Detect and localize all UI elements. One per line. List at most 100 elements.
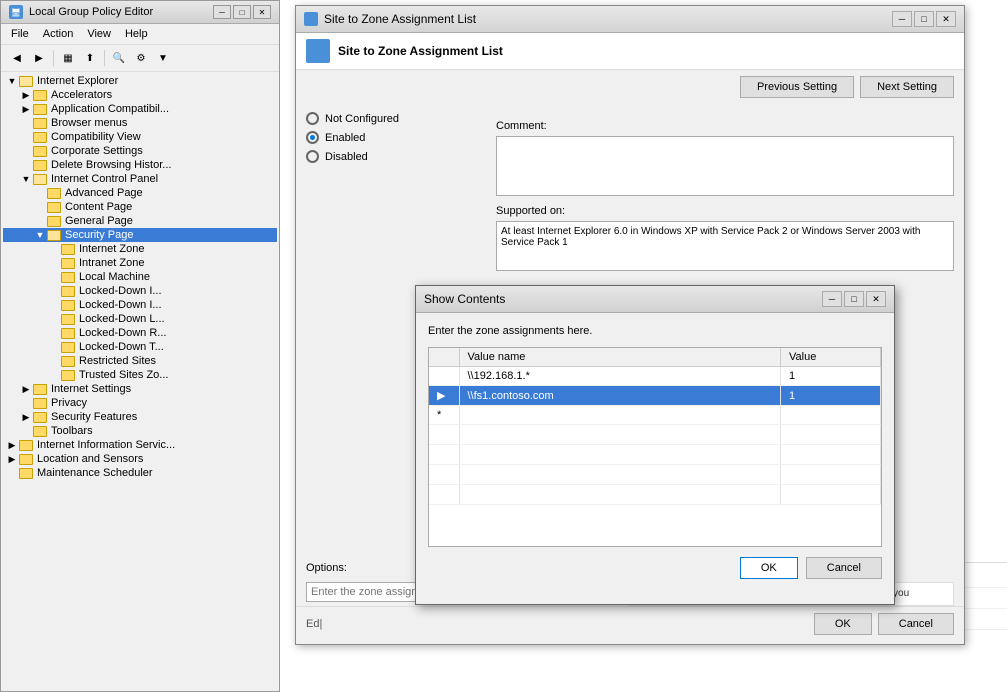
folder-icon — [33, 398, 47, 409]
comment-textarea[interactable] — [496, 136, 954, 196]
row-value-2[interactable]: 1 — [781, 386, 881, 406]
sc-col-arrow — [429, 348, 459, 367]
tree-item-compatibility-view[interactable]: Compatibility View — [3, 130, 277, 144]
zone-title-icon — [304, 12, 318, 26]
tree-item-browser-menus[interactable]: Browser menus — [3, 116, 277, 130]
folder-icon — [33, 412, 47, 423]
prev-setting-btn[interactable]: Previous Setting — [740, 76, 854, 98]
back-btn[interactable]: ◀ — [7, 48, 27, 68]
radio-group: Not Configured Enabled Disabled — [306, 112, 486, 163]
zone-close-btn[interactable]: ✕ — [936, 11, 956, 27]
radio-not-configured[interactable]: Not Configured — [306, 112, 486, 125]
tree-item-app-compat[interactable]: ▶ Application Compatibil... — [3, 102, 277, 116]
menu-action[interactable]: Action — [37, 26, 80, 42]
sc-close-btn[interactable]: ✕ — [866, 291, 886, 307]
radio-label-enabled: Enabled — [325, 132, 365, 144]
table-row[interactable]: ▶ \\fs1.contoso.com 1 — [429, 386, 881, 406]
tree-item-restricted-sites[interactable]: Restricted Sites — [3, 354, 277, 368]
tree-item-general-page[interactable]: General Page — [3, 214, 277, 228]
folder-icon — [19, 440, 33, 451]
tree-item-content-page[interactable]: Content Page — [3, 200, 277, 214]
tree-item-locked-down-r[interactable]: Locked-Down R... — [3, 326, 277, 340]
row-value-3[interactable] — [781, 406, 881, 425]
menu-view[interactable]: View — [81, 26, 117, 42]
tree-item-internet-zone[interactable]: Internet Zone — [3, 242, 277, 256]
radio-label-not-configured: Not Configured — [325, 113, 399, 125]
tree-item-accelerators[interactable]: ▶ Accelerators — [3, 88, 277, 102]
row-value-1[interactable]: 1 — [781, 367, 881, 386]
tree-item-toolbars[interactable]: Toolbars — [3, 424, 277, 438]
radio-circle-enabled — [306, 131, 319, 144]
zone-minimize-btn[interactable]: ─ — [892, 11, 912, 27]
folder-icon — [61, 328, 75, 339]
sc-ok-btn[interactable]: OK — [740, 557, 798, 579]
sc-restore-btn[interactable]: □ — [844, 291, 864, 307]
gpe-title: Local Group Policy Editor — [29, 6, 153, 18]
radio-disabled[interactable]: Disabled — [306, 150, 486, 163]
sc-description: Enter the zone assignments here. — [428, 325, 882, 337]
filter-btn[interactable]: ▼ — [153, 48, 173, 68]
tree-item-delete-browsing[interactable]: Delete Browsing Histor... — [3, 158, 277, 172]
tree-item-locked-down-i2[interactable]: Locked-Down I... — [3, 298, 277, 312]
up-btn[interactable]: ⬆ — [80, 48, 100, 68]
tree-item-internet-control-panel[interactable]: ▼ Internet Control Panel — [3, 172, 277, 186]
gpe-maximize-btn[interactable]: □ — [233, 5, 251, 19]
tree-item-intranet-zone[interactable]: Intranet Zone — [3, 256, 277, 270]
sc-title: Show Contents — [424, 292, 822, 306]
tree-item-locked-down-i1[interactable]: Locked-Down I... — [3, 284, 277, 298]
zone-toolbar: Previous Setting Next Setting — [296, 70, 964, 104]
sc-table: Value name Value \\192.168.1.* 1 ▶ \\fs1… — [429, 348, 881, 505]
gpe-win-controls: ─ □ ✕ — [213, 5, 271, 19]
show-hide-btn[interactable]: ▦ — [58, 48, 78, 68]
tree-item-locked-down-t[interactable]: Locked-Down T... — [3, 340, 277, 354]
table-row[interactable]: \\192.168.1.* 1 — [429, 367, 881, 386]
folder-icon — [33, 118, 47, 129]
tree-item-internet-explorer[interactable]: ▼ Internet Explorer — [3, 74, 277, 88]
new-window-btn[interactable]: 🔍 — [109, 48, 129, 68]
tree-item-advanced-page[interactable]: Advanced Page — [3, 186, 277, 200]
sc-cancel-btn[interactable]: Cancel — [806, 557, 882, 579]
zone-ok-btn[interactable]: OK — [814, 613, 872, 635]
supported-label: Supported on: — [496, 205, 954, 217]
tree-item-security-page[interactable]: ▼ Security Page — [3, 228, 277, 242]
tree-item-maintenance-scheduler[interactable]: Maintenance Scheduler — [3, 466, 277, 480]
sc-body: Enter the zone assignments here. Value n… — [416, 313, 894, 591]
row-name-3[interactable] — [459, 406, 781, 425]
table-row-empty — [429, 465, 881, 485]
toolbar-sep-2 — [104, 50, 105, 66]
tree-item-locked-down-l[interactable]: Locked-Down L... — [3, 312, 277, 326]
tree-item-iis[interactable]: ▶ Internet Information Servic... — [3, 438, 277, 452]
tree-item-trusted-sites[interactable]: Trusted Sites Zo... — [3, 368, 277, 382]
tree-item-location-sensors[interactable]: ▶ Location and Sensors — [3, 452, 277, 466]
folder-icon — [33, 174, 47, 185]
gpe-minimize-btn[interactable]: ─ — [213, 5, 231, 19]
tree-item-local-machine[interactable]: Local Machine — [3, 270, 277, 284]
sc-win-controls: ─ □ ✕ — [822, 291, 886, 307]
tree-item-corporate-settings[interactable]: Corporate Settings — [3, 144, 277, 158]
folder-icon — [61, 286, 75, 297]
sc-table-header-row: Value name Value — [429, 348, 881, 367]
gpe-window: 🖥 Local Group Policy Editor ─ □ ✕ File A… — [0, 0, 280, 692]
row-name-2[interactable]: \\fs1.contoso.com — [459, 386, 781, 406]
settings-btn[interactable]: ⚙ — [131, 48, 151, 68]
menu-file[interactable]: File — [5, 26, 35, 42]
row-name-1[interactable]: \\192.168.1.* — [459, 367, 781, 386]
row-arrow-1 — [429, 367, 459, 386]
forward-btn[interactable]: ▶ — [29, 48, 49, 68]
tree-item-security-features[interactable]: ▶ Security Features — [3, 410, 277, 424]
sc-col-value-name: Value name — [459, 348, 781, 367]
radio-enabled[interactable]: Enabled — [306, 131, 486, 144]
tree-item-internet-settings[interactable]: ▶ Internet Settings — [3, 382, 277, 396]
tree-item-privacy[interactable]: Privacy — [3, 396, 277, 410]
zone-cancel-btn[interactable]: Cancel — [878, 613, 954, 635]
folder-icon — [33, 90, 47, 101]
zone-restore-btn[interactable]: □ — [914, 11, 934, 27]
next-setting-btn[interactable]: Next Setting — [860, 76, 954, 98]
table-row[interactable]: * — [429, 406, 881, 425]
zone-footer-buttons: OK Cancel — [814, 613, 954, 635]
sc-minimize-btn[interactable]: ─ — [822, 291, 842, 307]
gpe-close-btn[interactable]: ✕ — [253, 5, 271, 19]
table-row-empty — [429, 425, 881, 445]
zone-subheader-icon — [306, 39, 330, 63]
menu-help[interactable]: Help — [119, 26, 154, 42]
